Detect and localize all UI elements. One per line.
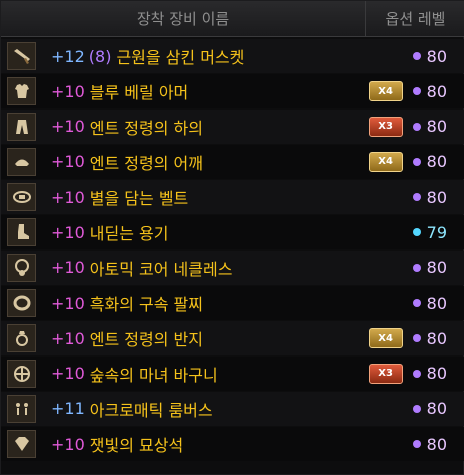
option-level: 80 [426,399,447,419]
enhancement-bonus: (8) [88,46,112,66]
equipment-row[interactable]: +10 엔트 정령의 반지 X4 80 [1,321,464,356]
option-level: 80 [426,293,447,313]
purple-dot-icon [412,440,421,449]
item-name: 아크로매틱 룸버스 [89,400,213,420]
purple-dot-icon [412,52,421,60]
set-badge: X4 [368,81,403,102]
option-level-cell: 80 [412,39,447,73]
equipment-row[interactable]: +10 내딛는 용기 79 [1,215,464,250]
enhancement-level: +10 [51,293,85,313]
option-level-cell: X3 80 [368,110,447,144]
option-level: 80 [426,46,447,66]
equipment-panel: 장착 장비 이름 옵션 레벨 +12 (8) 근원을 삼킨 머스켓 80 +10 블루 베… [0,0,464,475]
purple-dot-icon [412,263,421,272]
enhancement-level: +10 [51,152,85,172]
earring-icon [7,394,36,423]
musket-icon [7,42,36,70]
purple-dot-icon [412,87,421,96]
enhancement-level: +10 [51,434,85,454]
option-level: 80 [426,258,447,278]
purple-dot-icon [412,369,421,378]
item-name: 아토믹 코어 네클레스 [89,259,233,279]
belt-icon [7,183,36,212]
column-header-level: 옵션 레벨 [385,10,446,28]
option-level: 80 [426,187,447,207]
shoulder-icon [7,147,36,176]
set-badge: X3 [368,116,403,137]
equipment-list: +12 (8) 근원을 삼킨 머스켓 80 +10 블루 베릴 아머 X4 80 +10 엔트 정… [1,39,464,463]
enhancement-level: +10 [51,258,85,278]
equipment-row[interactable]: +12 (8) 근원을 삼킨 머스켓 80 [1,39,464,73]
purple-dot-icon [412,334,421,343]
option-level: 80 [426,152,447,172]
option-level: 80 [426,364,447,384]
option-level-cell: 80 [412,427,447,461]
pants-icon [7,112,36,141]
item-name: 내딛는 용기 [89,224,169,244]
option-level-cell: 80 [412,251,447,285]
armor-icon [7,77,36,106]
purple-dot-icon [412,157,421,166]
option-level-cell: 79 [412,215,447,249]
enhancement-level: +11 [51,399,85,419]
option-level-cell: 80 [412,180,447,214]
item-name: 블루 베릴 아머 [89,83,189,103]
boots-icon [7,218,36,247]
ring-icon [7,324,36,353]
purple-dot-icon [412,404,421,413]
option-level-cell: 80 [412,392,447,426]
item-name: 흑화의 구속 팔찌 [89,295,203,315]
option-level-cell: 80 [412,286,447,320]
item-name: 엔트 정령의 어깨 [89,153,203,173]
equipment-row[interactable]: +10 흑화의 구속 팔찌 80 [1,286,464,321]
set-badge: X4 [368,151,403,172]
equipment-row[interactable]: +10 블루 베릴 아머 X4 80 [1,74,464,109]
purple-dot-icon [412,299,421,308]
item-name: 엔트 정령의 반지 [89,330,203,350]
enhancement-level: +12 [51,46,85,66]
option-level: 80 [426,81,447,101]
blue-dot-icon [412,228,421,237]
equipment-row[interactable]: +10 엔트 정령의 어깨 X4 80 [1,144,464,179]
enhancement-level: +10 [51,328,85,348]
equipment-row[interactable]: +10 엔트 정령의 하의 X3 80 [1,109,464,144]
option-level-cell: X3 80 [368,357,447,391]
item-name: 별을 담는 벨트 [89,189,189,209]
option-level: 80 [426,117,447,137]
table-header: 장착 장비 이름 옵션 레벨 [1,1,464,37]
option-level: 79 [426,222,447,242]
item-name: 숲속의 마녀 바구니 [89,365,218,385]
equipment-row[interactable]: +11 아크로매틱 룸버스 80 [1,391,464,426]
bracelet-icon [7,289,36,318]
equipment-row[interactable]: +10 숲속의 마녀 바구니 X3 80 [1,356,464,391]
basket-icon [7,359,36,388]
purple-dot-icon [412,193,421,202]
enhancement-level: +10 [51,117,85,137]
equipment-row[interactable]: +10 아토믹 코어 네클레스 80 [1,250,464,285]
gem-icon [7,430,36,459]
enhancement-level: +10 [51,364,85,384]
set-badge: X4 [368,328,403,349]
option-level: 80 [426,328,447,348]
purple-dot-icon [412,122,421,131]
item-name: 잿빛의 묘상석 [89,436,184,456]
set-badge: X3 [368,363,403,384]
item-name: 근원을 삼킨 머스켓 [116,48,245,67]
item-name: 엔트 정령의 하의 [89,118,203,138]
option-level: 80 [426,434,447,454]
equipment-row[interactable]: +10 별을 담는 벨트 80 [1,180,464,215]
option-level-cell: X4 80 [368,145,447,179]
option-level-cell: X4 80 [368,321,447,355]
necklace-icon [7,253,36,282]
column-header-name: 장착 장비 이름 [1,1,366,36]
enhancement-level: +10 [51,187,85,207]
enhancement-level: +10 [51,222,85,242]
enhancement-level: +10 [51,81,85,101]
option-level-cell: X4 80 [368,74,447,108]
equipment-row[interactable]: +10 잿빛의 묘상석 80 [1,427,464,462]
